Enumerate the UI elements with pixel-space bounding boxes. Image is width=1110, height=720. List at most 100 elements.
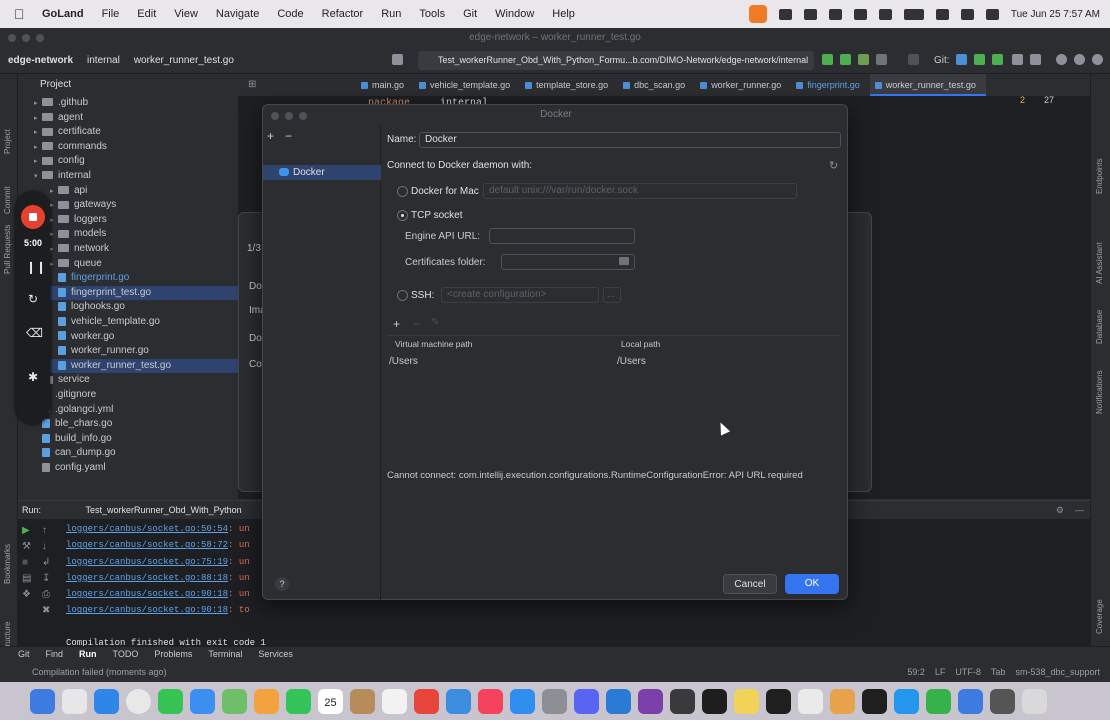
menu-window[interactable]: Window <box>495 8 534 20</box>
system-settings-icon[interactable] <box>542 688 567 714</box>
git-branch[interactable]: sm-538_dbc_support <box>1015 667 1100 677</box>
settings-icon[interactable] <box>1074 54 1085 65</box>
tree-item[interactable]: worker_runner_test.go <box>18 358 238 374</box>
database-tool-tab[interactable]: Database <box>1095 310 1104 344</box>
tree-item[interactable]: ▸ gateways <box>18 198 238 213</box>
settings-icon[interactable] <box>778 8 792 20</box>
settings-icon[interactable]: ⚙ <box>1056 501 1064 519</box>
chevron-icon[interactable]: ▸ <box>34 97 42 112</box>
reminders-icon[interactable] <box>382 688 407 714</box>
tree-item[interactable]: ▾ internal <box>18 169 238 184</box>
tree-item[interactable]: ▸ queue <box>18 257 238 272</box>
file-encoding[interactable]: UTF-8 <box>955 667 981 677</box>
run-icon[interactable] <box>822 54 833 65</box>
ok-button[interactable]: OK <box>785 574 839 594</box>
debug-icon[interactable] <box>840 54 851 65</box>
menu-file[interactable]: File <box>102 8 120 20</box>
trash-icon[interactable]: ⌫ <box>26 326 43 340</box>
preview-icon[interactable] <box>446 688 471 714</box>
hide-panel-icon[interactable]: — <box>1075 501 1084 519</box>
onenote-icon[interactable] <box>638 688 663 714</box>
jetbrains-icon[interactable] <box>1092 54 1103 65</box>
pull-requests-tool-tab[interactable]: Pull Requests <box>3 225 12 274</box>
news-icon[interactable] <box>414 688 439 714</box>
pause-icon[interactable]: ❙❙ <box>26 260 46 274</box>
coverage-tool-tab[interactable]: Coverage <box>1095 599 1104 634</box>
safari-icon[interactable] <box>94 688 119 714</box>
tree-item[interactable]: can_dump.go <box>18 446 238 461</box>
goland-icon[interactable] <box>862 688 887 714</box>
stop-run-icon[interactable]: ■ <box>22 557 36 573</box>
notifications-tool-tab[interactable]: Notifications <box>1095 370 1104 414</box>
docker-for-mac-select[interactable]: default unix:///var/run/docker.sock <box>483 183 797 199</box>
wrench-icon[interactable]: ⚒ <box>22 541 36 557</box>
run-tool-button[interactable]: Run <box>79 649 97 659</box>
tab-dbc-scan[interactable]: dbc_scan.go <box>618 74 695 96</box>
confetti-icon[interactable]: ✱ <box>26 370 40 384</box>
warnings-count[interactable]: 2 <box>1020 95 1025 105</box>
trash-icon[interactable]: ✖ <box>42 605 56 621</box>
name-field[interactable]: Docker <box>419 132 841 148</box>
print-icon[interactable]: ⎙ <box>42 589 56 605</box>
tree-item[interactable]: vehicle_template.go <box>18 315 238 330</box>
finder-icon[interactable] <box>30 688 55 714</box>
tree-item[interactable]: ble_chars.go <box>18 417 238 432</box>
utility-icon[interactable] <box>670 688 695 714</box>
tree-item[interactable]: ▸ commands <box>18 140 238 155</box>
ssh-more-button[interactable]: ... <box>603 287 621 303</box>
tree-item[interactable]: ▸ models <box>18 227 238 242</box>
menu-code[interactable]: Code <box>277 8 303 20</box>
menu-run[interactable]: Run <box>381 8 401 20</box>
profile-icon[interactable] <box>876 54 887 65</box>
project-panel-title[interactable]: Project <box>40 79 71 90</box>
dialog-zoom-icon[interactable] <box>299 112 307 120</box>
soft-wrap-icon[interactable]: ↲ <box>42 557 56 573</box>
git-push-icon[interactable] <box>992 54 1003 65</box>
status-message[interactable]: Compilation failed (moments ago) <box>32 667 167 677</box>
line-separator[interactable]: LF <box>935 667 946 677</box>
notes-icon[interactable] <box>734 688 759 714</box>
tree-item[interactable]: loghooks.go <box>18 300 238 315</box>
menu-navigate[interactable]: Navigate <box>216 8 259 20</box>
ai-assistant-tool-tab[interactable]: AI Assistant <box>1095 242 1104 284</box>
tree-item[interactable]: ▸ agent <box>18 111 238 126</box>
contacts-icon[interactable] <box>350 688 375 714</box>
todo-tool-button[interactable]: TODO <box>113 649 139 659</box>
indent-setting[interactable]: Tab <box>991 667 1006 677</box>
layout-icon[interactable]: ▤ <box>22 573 36 589</box>
tab-fingerprint[interactable]: fingerprint.go <box>791 74 870 96</box>
box-icon[interactable] <box>828 8 842 20</box>
calendar-icon[interactable]: 25 <box>318 688 343 714</box>
facetime-icon[interactable] <box>286 688 311 714</box>
history-icon[interactable] <box>1012 54 1023 65</box>
tree-item[interactable]: ▸ certificate <box>18 125 238 140</box>
pin-icon[interactable]: ❖ <box>22 589 36 605</box>
menu-help[interactable]: Help <box>552 8 575 20</box>
tab-worker-runner[interactable]: worker_runner.go <box>695 74 791 96</box>
launchpad-icon[interactable] <box>62 688 87 714</box>
tcp-socket-label[interactable]: TCP socket <box>411 210 463 221</box>
spotlight-icon[interactable] <box>960 8 974 20</box>
chevron-icon[interactable]: ▸ <box>50 228 58 243</box>
tree-item[interactable]: worker_runner.go <box>18 344 238 359</box>
scroll-down-icon[interactable]: ↓ <box>42 541 56 557</box>
stop-icon[interactable] <box>908 54 919 65</box>
commit-tool-tab[interactable]: Commit <box>3 186 12 214</box>
certificates-folder-field[interactable] <box>501 254 635 270</box>
chevron-icon[interactable]: ▸ <box>34 126 42 141</box>
ssh-label[interactable]: SSH: <box>411 290 434 301</box>
run-configuration-select[interactable]: Test_workerRunner_Obd_With_Python_Formu.… <box>418 51 814 70</box>
folder-icon[interactable] <box>619 257 629 265</box>
restart-icon[interactable]: ↻ <box>26 292 40 306</box>
chevron-icon[interactable]: ▾ <box>34 170 42 185</box>
close-window-icon[interactable] <box>8 34 16 42</box>
chatgpt-icon[interactable] <box>798 688 823 714</box>
rollback-icon[interactable] <box>1030 54 1041 65</box>
chevron-icon[interactable]: ▸ <box>34 155 42 170</box>
menu-view[interactable]: View <box>174 8 198 20</box>
tree-item[interactable]: ▸ .github <box>18 96 238 111</box>
activity-monitor-icon[interactable] <box>926 688 951 714</box>
control-center-icon[interactable] <box>985 8 999 20</box>
tree-item[interactable]: ▸ loggers <box>18 213 238 228</box>
maps-icon[interactable] <box>222 688 247 714</box>
